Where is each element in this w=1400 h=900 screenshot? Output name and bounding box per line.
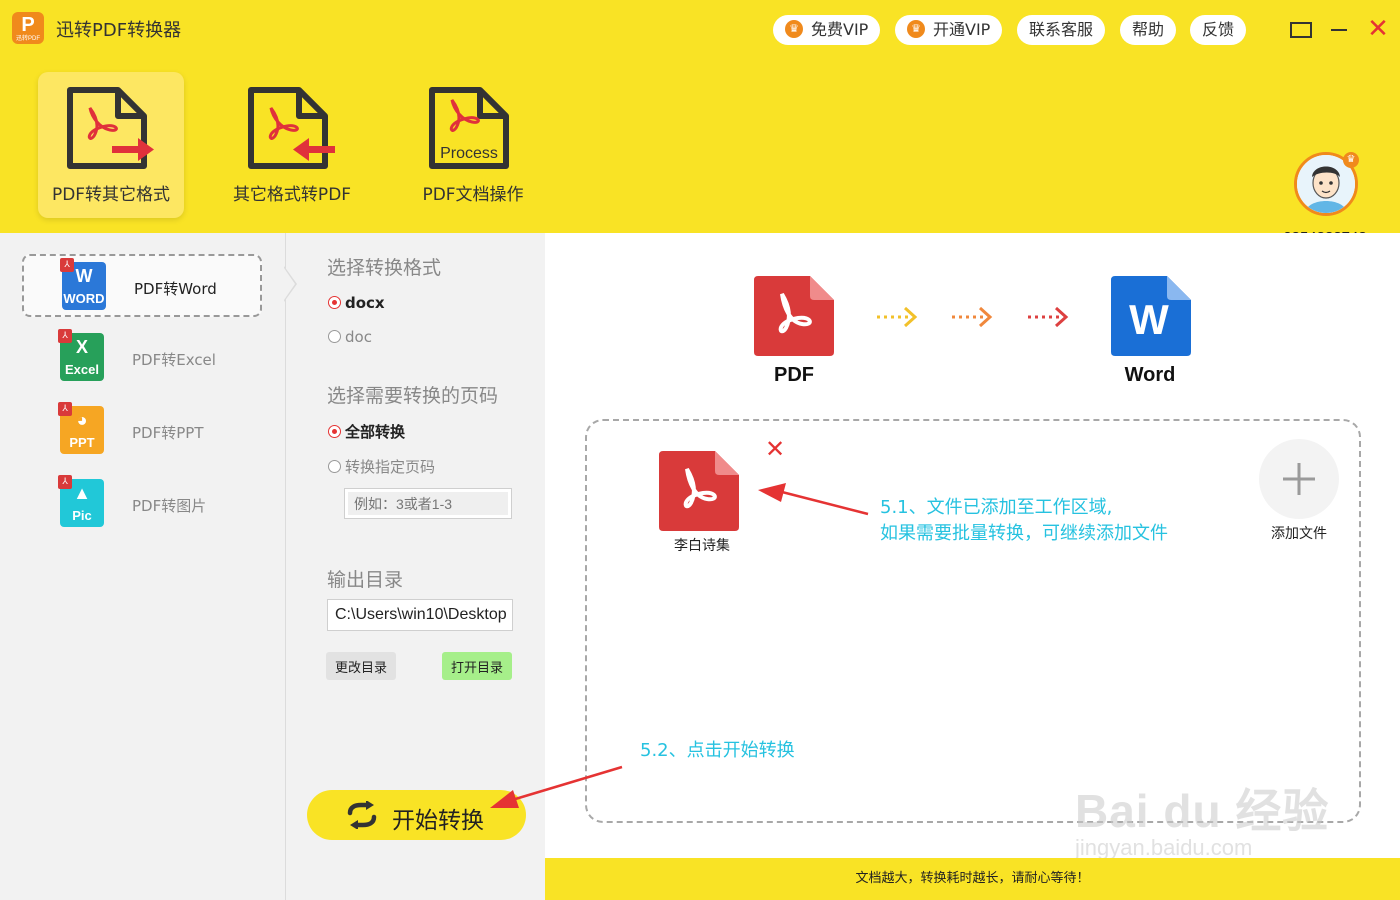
crown-icon: ♛ [907,20,925,38]
image-icon: ⅄ ▲ Pic [58,475,104,527]
radio-label: docx [345,294,385,312]
pdf-file-icon [754,276,834,356]
open-vip-button[interactable]: ♛ 开通VIP [895,15,1003,45]
radio-label: 全部转换 [345,423,406,441]
radio-dot-icon [328,459,341,473]
start-convert-button[interactable]: 开始转换 [307,790,526,840]
process-icon-text: Process [440,145,498,162]
word-format-label: Word [1124,364,1176,386]
open-vip-label: 开通VIP [933,20,991,39]
feedback-button[interactable]: 反馈 [1190,15,1247,45]
tool-pdf-operations[interactable]: Process PDF文档操作 [400,72,546,218]
pdf-format-label: PDF [774,364,814,386]
app-title: 迅转PDF转换器 [56,20,182,41]
image-icon-text: Pic [72,508,92,523]
tool-label: 其它格式转PDF [232,185,352,205]
pdf-icon [754,276,834,356]
options-panel: 选择转换格式 docx doc 选择需要转换的页码 全部转换 转换指定页码 输出… [285,233,545,900]
nav-item-pdf-to-ppt[interactable]: ⅄ ◕ PPT PDF转PPT [22,400,262,463]
plus-icon [1283,463,1315,495]
format-section-title: 选择转换格式 [327,257,442,279]
nav-item-label: PDF转Word [134,280,217,298]
work-area: PDF W Word 李白诗集 ✕ 添加文件 5.1、文件已添加至工作区域, 如… [545,233,1400,900]
tool-label: PDF文档操作 [422,185,524,205]
annotation-start-convert: 5.2、点击开始转换 [640,740,795,761]
radio-label: 转换指定页码 [345,458,436,476]
nav-item-label: PDF转PPT [132,424,204,442]
conversion-type-nav: ⅄ W WORD PDF转Word ⅄ X Excel PDF转Excel ⅄ … [0,233,285,900]
word-icon-letter: W [1129,296,1169,343]
panel-pointer-inner [284,268,295,300]
maximize-icon[interactable] [1290,22,1312,38]
vip-crown-icon: ♛ [1343,152,1359,168]
open-dir-button[interactable]: 打开目录 [442,652,512,680]
excel-icon: ⅄ X Excel [58,329,104,381]
main-toolbar: PDF转其它格式 其它格式转PDF Process PDF文档操作 ♛ [0,58,1400,246]
word-icon-text: WORD [63,291,105,306]
tool-pdf-to-other[interactable]: PDF转其它格式 [38,72,184,218]
app-logo-subtext: 迅转PDF [15,36,40,42]
pdf-process-icon: Process [429,87,509,169]
nav-item-label: PDF转Excel [132,351,216,369]
pages-radio-all[interactable]: 全部转换 [328,421,405,442]
flow-arrow-icon [877,306,918,328]
word-file-icon: W [1111,276,1191,356]
app-logo: P 迅转PDF [12,12,44,44]
nav-item-pdf-to-image[interactable]: ⅄ ▲ Pic PDF转图片 [22,473,262,536]
radio-label: doc [345,328,372,346]
close-icon[interactable]: ✕ [1364,14,1392,44]
output-section-title: 输出目录 [327,569,404,591]
annotation-file-added-line2: 如果需要批量转换，可继续添加文件 [880,523,1168,544]
help-button[interactable]: 帮助 [1120,15,1177,45]
change-dir-button[interactable]: 更改目录 [326,652,396,680]
title-bar: P 迅转PDF 迅转PDF转换器 ♛ 免费VIP ♛ 开通VIP 联系客服 帮助 反… [0,0,1400,58]
minimize-icon[interactable] [1331,29,1347,31]
pages-section-title: 选择需要转换的页码 [327,385,499,407]
ppt-icon: ⅄ ◕ PPT [58,402,104,454]
add-file-button[interactable] [1259,439,1339,519]
crown-icon: ♛ [785,20,803,38]
pages-radio-specific[interactable]: 转换指定页码 [328,456,435,477]
page-range-field [344,488,512,519]
status-bar: 文档越大，转换耗时越长，请耐心等待！ [545,858,1400,900]
nav-item-pdf-to-word[interactable]: ⅄ W WORD PDF转Word [22,254,262,317]
radio-dot-icon [328,329,341,343]
page-range-input[interactable] [348,492,508,515]
nav-item-pdf-to-excel[interactable]: ⅄ X Excel PDF转Excel [22,327,262,390]
convert-arrows-icon [347,801,377,829]
remove-file-icon[interactable]: ✕ [763,437,787,461]
contact-service-button[interactable]: 联系客服 [1017,15,1106,45]
pdf-icon [659,451,739,531]
tool-label: PDF转其它格式 [51,185,171,205]
ppt-icon-text: PPT [69,435,95,450]
radio-dot-icon [328,424,341,438]
file-name: 李白诗集 [674,538,730,554]
word-icon: W [1111,276,1191,356]
output-dir-input[interactable] [331,603,509,627]
pdf-import-icon [248,87,335,169]
excel-icon-text: Excel [65,362,99,377]
pdf-export-icon [67,87,154,169]
start-convert-label: 开始转换 [392,808,484,834]
app-logo-letter: P [21,14,35,36]
excel-icon-letter: X [75,337,88,357]
output-dir-field [327,599,513,631]
radio-dot-icon [328,295,341,309]
image-icon-symbol: ▲ [73,483,91,503]
flow-arrow-icon [952,306,993,328]
free-vip-button[interactable]: ♛ 免费VIP [773,15,881,45]
word-icon-letter: W [75,266,93,286]
nav-item-label: PDF转图片 [132,497,207,515]
ppt-icon-symbol: ◕ [76,410,88,430]
add-file-label: 添加文件 [1271,526,1327,542]
file-item[interactable]: 李白诗集 [657,451,747,561]
format-radio-doc[interactable]: doc [328,328,372,346]
flow-arrow-icon [1028,306,1069,328]
format-radio-docx[interactable]: docx [328,294,385,312]
word-icon: ⅄ W WORD [60,258,106,310]
tool-other-to-pdf[interactable]: 其它格式转PDF [219,72,365,218]
annotation-file-added-line1: 5.1、文件已添加至工作区域, [880,497,1113,518]
free-vip-label: 免费VIP [811,20,869,39]
